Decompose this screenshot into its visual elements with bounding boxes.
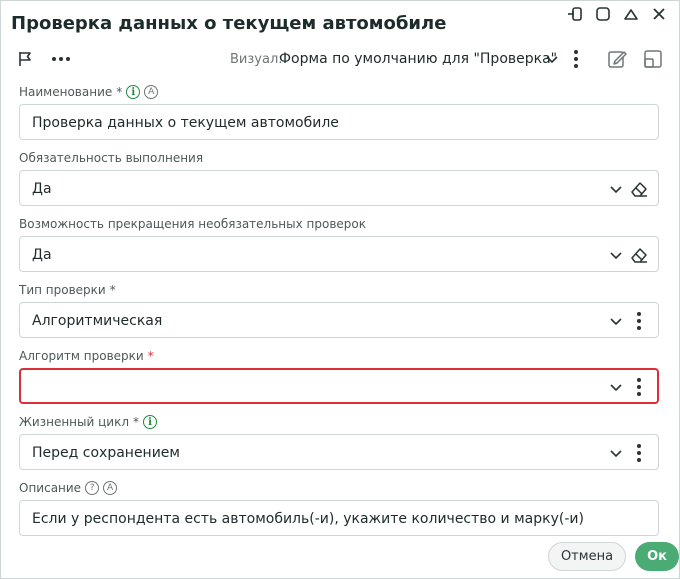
field-name-label: Наименование * i A	[19, 85, 159, 99]
more-vertical-icon[interactable]	[628, 376, 650, 398]
window-controls	[563, 4, 671, 24]
chevron-down-icon[interactable]	[606, 179, 626, 199]
field-mandatory-label: Обязательность выполнения	[19, 151, 203, 165]
more-vertical-icon[interactable]	[564, 47, 588, 71]
check-type-select[interactable]: Алгоритмическая	[19, 302, 659, 338]
layout-icon[interactable]	[641, 47, 665, 71]
name-input[interactable]: Проверка данных о текущем автомобиле	[19, 104, 659, 140]
more-horizontal-icon[interactable]	[49, 47, 73, 71]
edit-icon[interactable]	[605, 47, 629, 71]
field-description-label: Описание ? A	[19, 481, 118, 495]
description-value: Если у респондента есть автомобиль(-и), …	[32, 511, 584, 527]
check-type-value: Алгоритмическая	[32, 313, 163, 329]
description-input[interactable]: Если у респондента есть автомобиль(-и), …	[19, 500, 659, 536]
mandatory-value: Да	[32, 181, 52, 197]
chevron-down-icon[interactable]	[606, 443, 626, 463]
eraser-icon[interactable]	[628, 178, 650, 200]
info-icon[interactable]: i	[143, 415, 157, 429]
lifecycle-value: Перед сохранением	[32, 445, 180, 461]
lifecycle-select[interactable]: Перед сохранением	[19, 434, 659, 470]
dialog-window: Проверка данных о текущем автомобиле Виз…	[0, 0, 680, 579]
chevron-down-icon[interactable]	[540, 47, 564, 71]
chevron-down-icon[interactable]	[606, 377, 626, 397]
chevron-down-icon[interactable]	[606, 311, 626, 331]
flag-icon[interactable]	[13, 47, 37, 71]
toolbar: Визуал: Форма по умолчанию для "Проверка…	[1, 43, 680, 75]
required-mark: *	[147, 349, 154, 363]
label-text: Наименование	[19, 85, 113, 99]
more-vertical-icon[interactable]	[628, 310, 650, 332]
eraser-icon[interactable]	[628, 244, 650, 266]
field-stop-optional-label: Возможность прекращения необязательных п…	[19, 217, 366, 231]
help-icon[interactable]: ?	[85, 481, 100, 495]
field-algorithm-label: Алгоритм проверки *	[19, 349, 154, 363]
info-icon[interactable]: i	[126, 85, 141, 99]
field-lifecycle: Жизненный цикл * i Перед сохранением	[19, 415, 659, 471]
ok-button[interactable]: Ок	[635, 542, 679, 571]
field-description: Описание ? A Если у респондента есть авт…	[19, 481, 659, 537]
label-text: Жизненный цикл	[19, 415, 129, 429]
name-input-value: Проверка данных о текущем автомобиле	[32, 115, 339, 131]
more-vertical-icon[interactable]	[628, 442, 650, 464]
label-text: Тип проверки	[19, 283, 106, 297]
algorithm-select[interactable]	[19, 368, 659, 404]
pin-icon[interactable]	[563, 4, 587, 24]
label-text: Возможность прекращения необязательных п…	[19, 217, 366, 231]
collapse-icon[interactable]	[619, 4, 643, 24]
stop-optional-select[interactable]: Да	[19, 236, 659, 272]
cancel-button[interactable]: Отмена	[548, 542, 626, 571]
field-check-type-label: Тип проверки *	[19, 283, 116, 297]
field-check-type: Тип проверки * Алгоритмическая	[19, 283, 659, 339]
auto-icon[interactable]: A	[103, 481, 118, 495]
label-text: Описание	[19, 481, 82, 495]
title-bar: Проверка данных о текущем автомобиле	[1, 1, 680, 41]
field-stop-optional: Возможность прекращения необязательных п…	[19, 217, 659, 273]
close-icon[interactable]	[647, 4, 671, 24]
visual-selector[interactable]: Форма по умолчанию для "Проверка"	[279, 51, 557, 67]
field-lifecycle-label: Жизненный цикл * i	[19, 415, 157, 429]
chevron-down-icon[interactable]	[606, 245, 626, 265]
required-mark: *	[116, 85, 123, 99]
stop-optional-value: Да	[32, 247, 52, 263]
required-mark: *	[109, 283, 116, 297]
mandatory-select[interactable]: Да	[19, 170, 659, 206]
field-mandatory: Обязательность выполнения Да	[19, 151, 659, 207]
required-mark: *	[133, 415, 139, 429]
form-area: Наименование * i A Проверка данных о тек…	[1, 79, 679, 539]
label-text: Обязательность выполнения	[19, 151, 204, 165]
field-name: Наименование * i A Проверка данных о тек…	[19, 85, 659, 141]
field-algorithm: Алгоритм проверки *	[19, 349, 659, 405]
auto-icon[interactable]: A	[144, 85, 159, 99]
window-title: Проверка данных о текущем автомобиле	[11, 13, 447, 34]
maximize-icon[interactable]	[591, 4, 615, 24]
visual-label: Визуал:	[230, 52, 283, 67]
label-text: Алгоритм проверки	[19, 349, 144, 363]
